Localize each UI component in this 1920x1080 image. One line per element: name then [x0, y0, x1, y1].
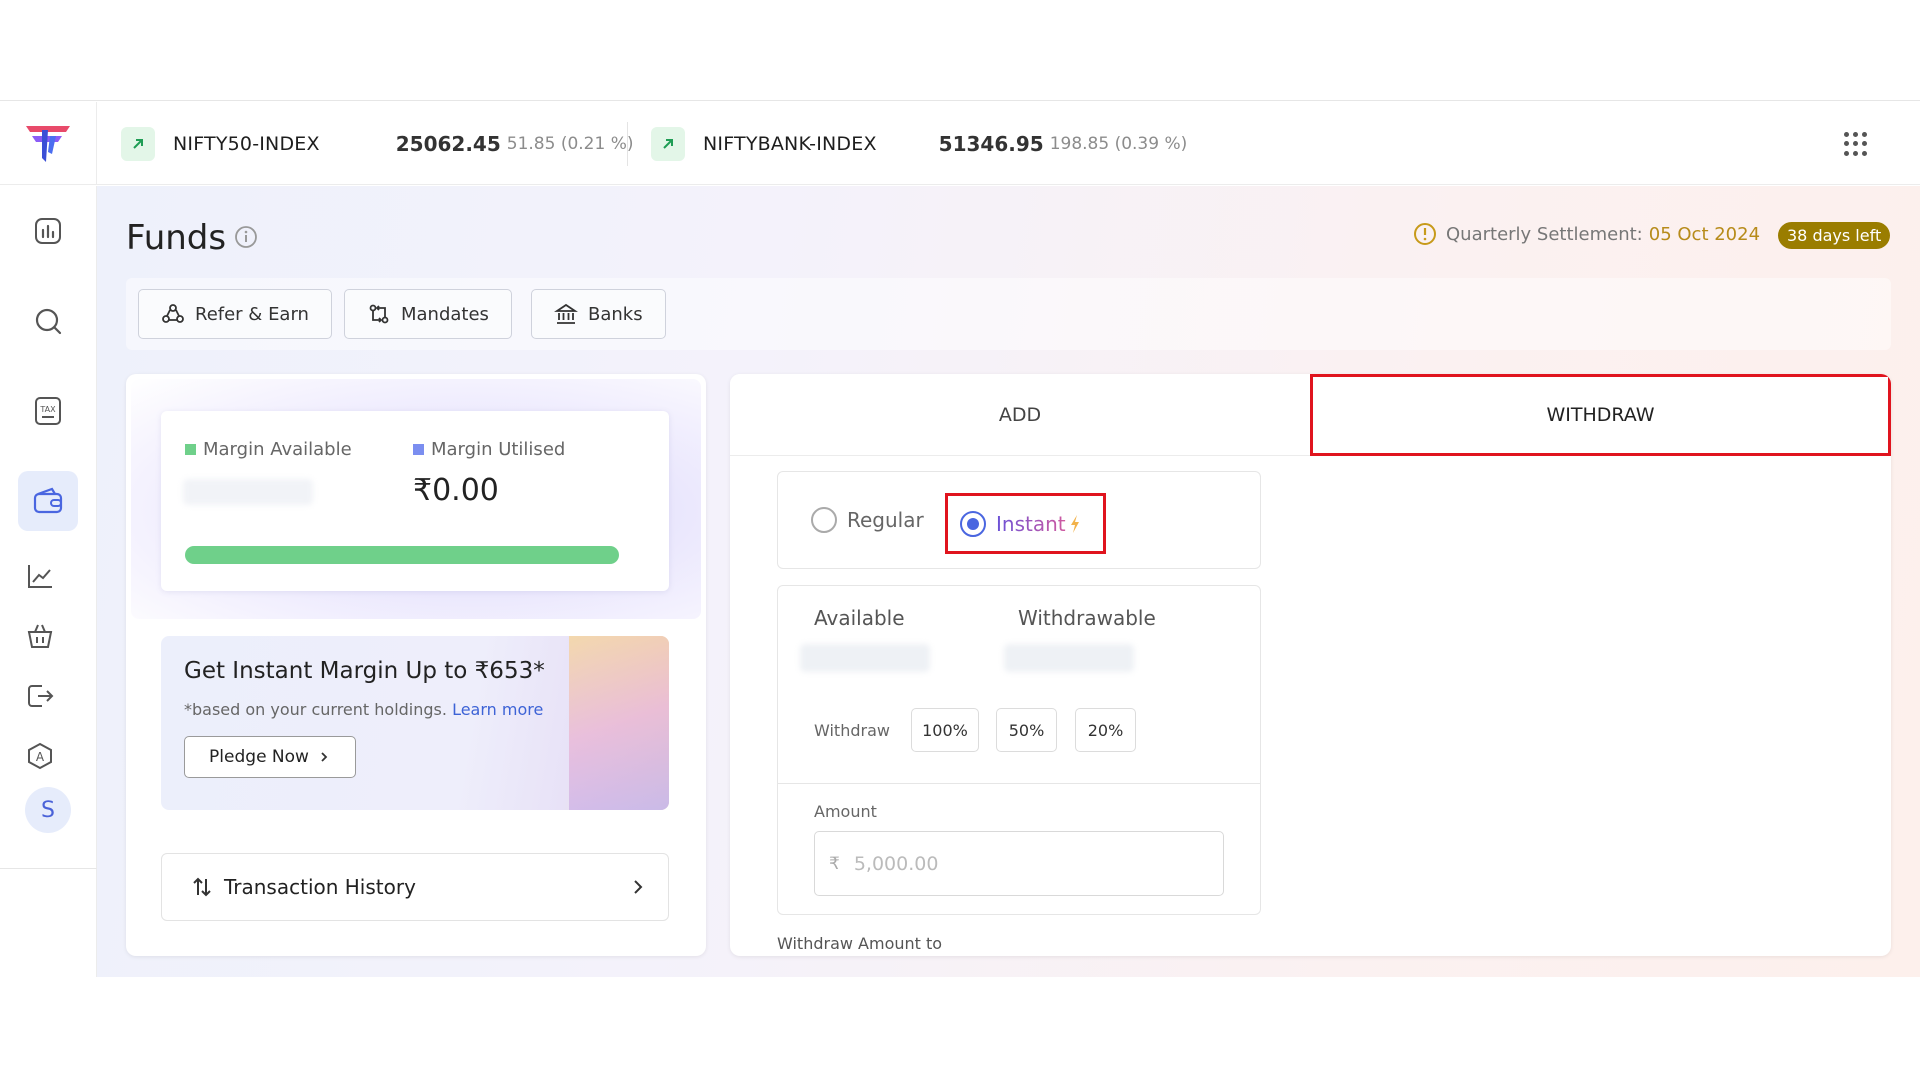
- ticker-name: NIFTYBANK-INDEX: [703, 132, 877, 155]
- refer-earn-label: Refer & Earn: [195, 303, 309, 325]
- banks-button[interactable]: Banks: [531, 289, 666, 339]
- margin-utilised-label: Margin Utilised: [413, 439, 565, 460]
- ticker-price: 25062.45: [395, 131, 501, 156]
- chevron-right-icon: [634, 880, 643, 894]
- info-icon[interactable]: [234, 225, 258, 253]
- margin-available-label: Margin Available: [185, 439, 352, 460]
- lightning-icon: [1070, 514, 1079, 533]
- instant-radio-option[interactable]: Instant: [945, 493, 1106, 554]
- days-left-badge: 38 days left: [1778, 222, 1891, 249]
- margin-utilised-value: ₹0.00: [413, 473, 499, 508]
- dashboard-icon[interactable]: [18, 201, 78, 261]
- page-title: Funds: [126, 218, 227, 258]
- chart-icon[interactable]: [10, 546, 70, 606]
- ticker-change: 198.85 (0.39 %): [1049, 133, 1188, 154]
- basket-icon[interactable]: [10, 606, 70, 666]
- settlement-date: 05 Oct 2024: [1648, 223, 1761, 245]
- up-arrow-icon: [651, 126, 685, 161]
- algo-icon[interactable]: A: [10, 726, 70, 786]
- sidebar: TAX A S: [0, 186, 97, 869]
- withdraw-50-button[interactable]: 50%: [996, 708, 1057, 752]
- withdrawable-label: Withdrawable: [1018, 606, 1156, 630]
- tab-withdraw[interactable]: WITHDRAW: [1310, 374, 1891, 456]
- chevron-right-icon: [321, 752, 328, 762]
- sidebar-footer: [0, 869, 97, 977]
- svg-text:A: A: [36, 750, 45, 764]
- withdrawable-value-hidden: [1004, 644, 1134, 672]
- pledge-now-label: Pledge Now: [209, 747, 309, 767]
- learn-more-link[interactable]: Learn more: [452, 700, 543, 719]
- withdraw-percent-label: Withdraw: [814, 721, 890, 740]
- green-square-icon: [185, 444, 196, 455]
- logo[interactable]: [0, 102, 97, 185]
- funds-transfer-card: ADD WITHDRAW Regular Instant Available W…: [730, 374, 1891, 956]
- pledge-note-text: *based on your current holdings.: [184, 700, 447, 719]
- mandates-button[interactable]: Mandates: [344, 289, 512, 339]
- top-header: NIFTY50-INDEX 25062.45 51.85 (0.21 %) NI…: [0, 102, 1920, 185]
- margin-summary: Margin Available Margin Utilised ₹0.00: [161, 411, 669, 591]
- ticker-price: 51346.95: [938, 131, 1044, 156]
- margin-available-value-hidden: [183, 479, 313, 505]
- banks-label: Banks: [588, 303, 643, 325]
- margin-available-text: Margin Available: [203, 439, 352, 460]
- mandates-label: Mandates: [401, 303, 489, 325]
- tax-icon[interactable]: TAX: [18, 381, 78, 441]
- quarterly-settlement: Quarterly Settlement: 05 Oct 2024: [1413, 222, 1760, 246]
- blue-square-icon: [413, 444, 424, 455]
- ticker-divider: [627, 122, 628, 166]
- avatar[interactable]: S: [25, 787, 71, 833]
- ticker-nifty50[interactable]: NIFTY50-INDEX 25062.45 51.85 (0.21 %): [121, 102, 634, 185]
- search-icon[interactable]: [18, 291, 78, 351]
- regular-radio-option[interactable]: Regular: [811, 507, 924, 533]
- withdraw-form: Available Withdrawable Withdraw 100% 50%…: [777, 585, 1261, 915]
- amount-placeholder: 5,000.00: [853, 852, 939, 875]
- svg-text:TAX: TAX: [39, 405, 56, 414]
- amount-input[interactable]: ₹ 5,000.00: [814, 831, 1224, 896]
- amount-label: Amount: [814, 802, 877, 821]
- rupee-symbol: ₹: [829, 853, 840, 874]
- available-label: Available: [814, 606, 905, 630]
- refer-earn-button[interactable]: Refer & Earn: [138, 289, 332, 339]
- bottom-blank-area: [0, 977, 1920, 1080]
- pledge-promo: Get Instant Margin Up to ₹653* *based on…: [161, 636, 669, 810]
- radio-regular[interactable]: [811, 507, 837, 533]
- withdraw-type-selector: Regular Instant: [777, 471, 1261, 569]
- wallet-icon[interactable]: [18, 471, 78, 531]
- regular-label: Regular: [847, 508, 924, 532]
- transaction-history-row[interactable]: Transaction History: [161, 853, 669, 921]
- logout-icon[interactable]: [10, 666, 70, 726]
- up-arrow-icon: [121, 126, 155, 161]
- refer-icon: [162, 304, 184, 323]
- ticker-niftybank[interactable]: NIFTYBANK-INDEX 51346.95 198.85 (0.39 %): [651, 102, 1187, 185]
- withdraw-to-label: Withdraw Amount to: [777, 934, 943, 953]
- tab-add[interactable]: ADD: [730, 374, 1310, 456]
- available-value-hidden: [800, 644, 930, 672]
- transaction-history-label: Transaction History: [224, 875, 416, 899]
- brand-logo-icon: [26, 125, 70, 162]
- settlement-label: Quarterly Settlement:: [1446, 223, 1643, 245]
- swap-vertical-icon: [193, 877, 211, 897]
- bank-icon: [554, 303, 578, 324]
- pledge-note: *based on your current holdings. Learn m…: [184, 700, 543, 719]
- margin-utilised-text: Margin Utilised: [431, 439, 566, 460]
- apps-grid-icon[interactable]: [1844, 132, 1868, 156]
- margin-card: Margin Available Margin Utilised ₹0.00 G…: [126, 374, 706, 956]
- withdraw-100-button[interactable]: 100%: [911, 708, 979, 752]
- divider: [778, 783, 1260, 784]
- alert-icon: [1414, 223, 1436, 245]
- pledge-title: Get Instant Margin Up to ₹653*: [184, 658, 545, 684]
- ticker-name: NIFTY50-INDEX: [173, 132, 320, 155]
- ticker-change: 51.85 (0.21 %): [506, 133, 634, 154]
- pledge-illustration: [569, 636, 669, 810]
- instant-label: Instant: [996, 511, 1066, 536]
- withdraw-20-button[interactable]: 20%: [1075, 708, 1136, 752]
- mandates-icon: [369, 304, 389, 324]
- top-blank-area: [0, 0, 1920, 101]
- margin-progress-bar: [185, 546, 619, 564]
- main-content: Funds Quarterly Settlement: 05 Oct 2024 …: [97, 186, 1920, 977]
- radio-instant[interactable]: [960, 510, 986, 537]
- pledge-now-button[interactable]: Pledge Now: [184, 736, 356, 778]
